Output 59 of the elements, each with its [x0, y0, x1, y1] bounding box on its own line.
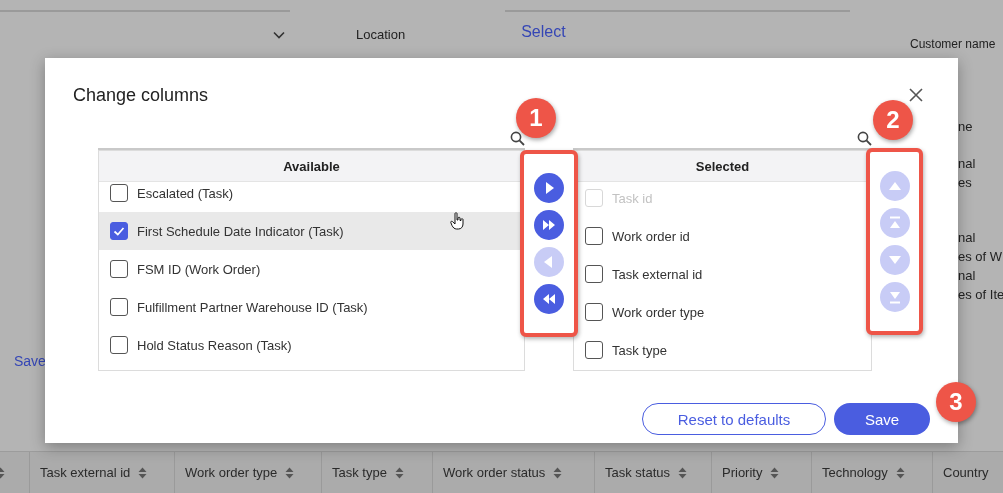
search-icon	[857, 131, 872, 146]
column-header[interactable]: Technology	[812, 452, 933, 493]
sort-icon	[770, 466, 780, 479]
column-header[interactable]: Work order type	[175, 452, 322, 493]
field-label: nal	[958, 267, 977, 285]
column-header[interactable]: Country	[933, 452, 1003, 493]
step-badge: 3	[936, 382, 976, 422]
sort-icon	[678, 466, 688, 479]
column-header[interactable]: Task external id	[30, 452, 175, 493]
checkbox[interactable]	[110, 222, 128, 240]
sort-icon	[553, 466, 563, 479]
sort-icon	[285, 466, 295, 479]
checkbox[interactable]	[585, 265, 603, 283]
sort-icon	[138, 466, 148, 479]
save-button[interactable]: Save	[834, 403, 930, 435]
field-label: es of W	[958, 248, 1003, 266]
field-label: nal	[958, 229, 977, 247]
checkbox[interactable]	[110, 336, 128, 354]
list-item[interactable]: FSM ID (Work Order)	[99, 250, 524, 288]
list-item[interactable]: Hold Status Reason (Task)	[99, 326, 524, 364]
field-label: es	[958, 174, 973, 192]
close-icon	[909, 88, 923, 102]
list-item[interactable]: Fulfillment Partner Warehouse ID (Task)	[99, 288, 524, 326]
column-header[interactable]: Work order status	[433, 452, 595, 493]
column-header[interactable]: Task type	[322, 452, 433, 493]
column-header[interactable]: Task status	[595, 452, 712, 493]
checkbox[interactable]	[585, 227, 603, 245]
chevron-down-icon	[273, 30, 285, 39]
checkbox[interactable]	[585, 303, 603, 321]
list-item[interactable]: Task external id	[574, 255, 871, 293]
dialog-title: Change columns	[73, 84, 209, 106]
move-button[interactable]	[534, 173, 564, 203]
sort-icon	[394, 466, 404, 479]
step-badge: 2	[873, 100, 913, 140]
field-label: es of Ite	[958, 286, 1003, 304]
move-button[interactable]	[534, 210, 564, 240]
field-label: ne	[958, 118, 974, 136]
field-label: Location	[356, 27, 406, 42]
list-item[interactable]: Escalated (Task)	[99, 182, 524, 212]
list-heading: Available	[99, 151, 524, 182]
reset-button[interactable]: Reset to defaults	[642, 403, 826, 435]
list-item[interactable]: Task type	[574, 331, 871, 369]
checkbox[interactable]	[110, 298, 128, 316]
search-icon	[510, 131, 525, 146]
checkbox[interactable]	[110, 184, 128, 202]
list-item[interactable]: Work order id	[574, 217, 871, 255]
close-button[interactable]	[907, 86, 925, 104]
hand-cursor-icon	[450, 212, 464, 230]
sort-icon	[895, 466, 905, 479]
column-header[interactable]: Priority	[712, 452, 812, 493]
checkbox[interactable]	[110, 260, 128, 278]
select-link[interactable]: Select	[521, 22, 566, 41]
move-button[interactable]	[534, 284, 564, 314]
checkbox[interactable]	[585, 341, 603, 359]
list-item[interactable]: Work order type	[574, 293, 871, 331]
save-link[interactable]: Save	[14, 353, 46, 369]
step-badge: 1	[516, 98, 556, 138]
field-label: nal	[958, 155, 977, 173]
field-label: Customer name	[910, 36, 997, 52]
